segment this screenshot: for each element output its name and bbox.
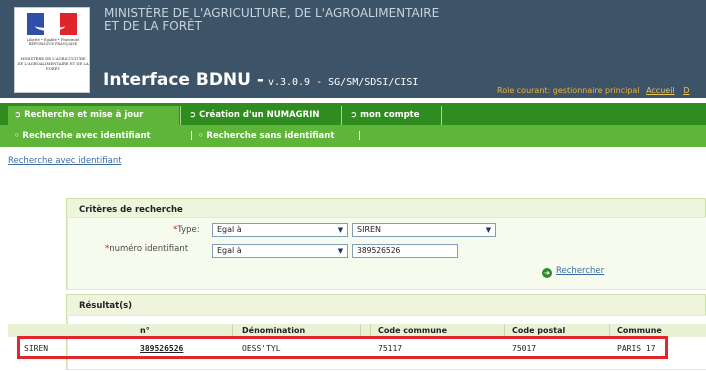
header: Liberté • Égalité • Fraternité RÉPUBLIQU… [0, 0, 706, 98]
subnav-separator: | [190, 131, 194, 141]
id-value-input[interactable]: 389526526 [352, 244, 458, 258]
arrow-icon: ➲ [350, 110, 358, 120]
app-name: Interface BDNU - [103, 70, 264, 90]
accueil-link[interactable]: Accueil [646, 86, 675, 95]
ministry-title-line2: ET DE LA FORÊT [104, 19, 202, 33]
tab-label: Recherche et mise à jour [24, 110, 144, 120]
main-nav: ➲ Recherche et mise à jour ➲ Création d'un… [0, 103, 706, 125]
chevron-down-icon: ▼ [337, 226, 344, 234]
sub-nav: ◦ Recherche avec identifiant | ◦ Recherc… [0, 125, 706, 147]
tab-label: Création d'un NUMAGRIN [199, 110, 320, 120]
arrow-icon: ➲ [189, 110, 197, 120]
subnav-label: Recherche sans identifiant [206, 131, 335, 141]
ministry-title: MINISTÈRE DE L'AGRICULTURE, DE L'AGROALI… [104, 7, 439, 33]
id-operator-select[interactable]: Egal à ▼ [212, 244, 348, 258]
ministry-logo: Liberté • Égalité • Fraternité RÉPUBLIQU… [14, 7, 90, 93]
republic-text: Liberté • Égalité • Fraternité RÉPUBLIQU… [26, 38, 80, 46]
breadcrumb[interactable]: Recherche avec identifiant [8, 156, 122, 166]
arrow-icon: ➲ [14, 110, 22, 120]
type-operator-select[interactable]: Egal à ▼ [212, 223, 348, 237]
app-version: v.3.0.9 - SG/SM/SDSI/CISI [267, 77, 419, 88]
logout-link[interactable]: D [683, 86, 689, 95]
criteria-title: Critères de recherche [79, 205, 183, 215]
tab-creation-numagrin[interactable]: ➲ Création d'un NUMAGRIN [183, 106, 339, 125]
logo-ministry-text: MINISTÈRE DE L'AGRICULTURE DE L'AGROALIM… [17, 56, 89, 71]
search-arrow-icon: ➜ [542, 268, 552, 278]
role-bar: Role courant: gestionnaire principal Acc… [497, 86, 689, 95]
subnav-separator: | [358, 131, 362, 141]
result-row-highlight [17, 336, 668, 359]
chevron-down-icon: ▼ [337, 247, 344, 255]
tab-recherche[interactable]: ➲ Recherche et mise à jour [8, 106, 179, 125]
subnav-label: Recherche avec identifiant [22, 131, 151, 141]
search-button[interactable]: Rechercher [556, 266, 604, 276]
marianne-flag-icon [27, 13, 77, 35]
current-role: Role courant: gestionnaire principal [497, 86, 640, 95]
chevron-down-icon: ▼ [485, 226, 492, 234]
subnav-recherche-avec-identifiant[interactable]: ◦ Recherche avec identifiant [14, 125, 151, 147]
results-title: Résultat(s) [79, 301, 133, 311]
subnav-recherche-sans-identifiant[interactable]: ◦ Recherche sans identifiant [198, 125, 334, 147]
tab-mon-compte[interactable]: ➲ mon compte [344, 106, 440, 125]
type-label: *Type: [173, 225, 200, 235]
app-title: Interface BDNU - v.3.0.9 - SG/SM/SDSI/CIS… [103, 70, 418, 90]
type-value-select[interactable]: SIREN ▼ [352, 223, 496, 237]
id-label: *numéro identifiant [105, 244, 189, 254]
tab-label: mon compte [360, 110, 420, 120]
